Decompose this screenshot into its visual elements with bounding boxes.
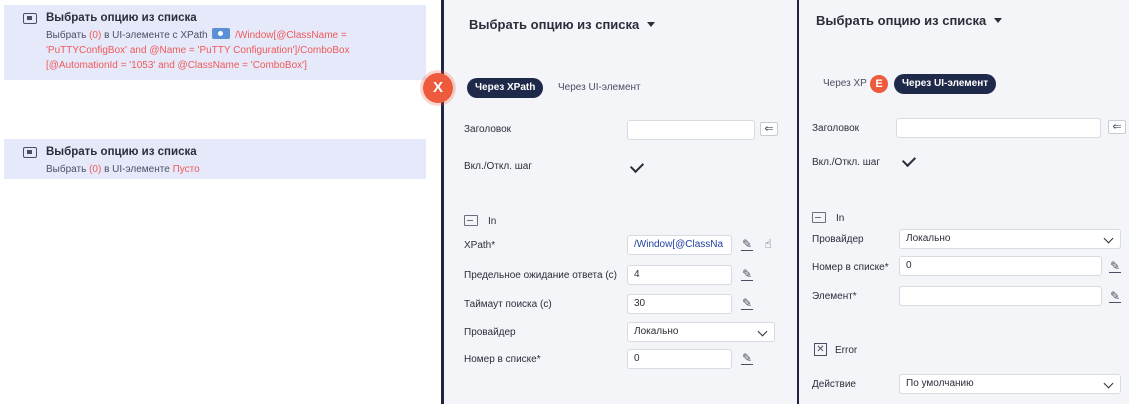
header-input[interactable]: [627, 120, 755, 140]
pick-element-icon[interactable]: ☝: [760, 236, 776, 252]
toggle-step-label: Вкл./Откл. шаг: [812, 157, 881, 168]
step-description: Выбрать (0) в UI-элементе с XPath /Windo…: [46, 28, 350, 71]
xpath-label: XPath*: [464, 240, 496, 251]
edit-icon[interactable]: ✎: [739, 350, 755, 366]
step-title: Выбрать опцию из списка: [46, 12, 197, 24]
toggle-step-checkbox[interactable]: [901, 152, 917, 168]
element-label: Элемент*: [812, 291, 857, 302]
screenshot-icon[interactable]: [212, 28, 231, 39]
step-card-ui-element[interactable]: Выбрать опцию из списка Выбрать (0) в UI…: [4, 139, 426, 179]
edit-icon[interactable]: ✎: [739, 236, 755, 252]
in-section-label: In: [488, 216, 497, 227]
header-input[interactable]: [896, 118, 1101, 138]
error-icon: ✕: [814, 343, 827, 356]
search-timeout-input[interactable]: 30: [627, 294, 732, 314]
step-card-xpath[interactable]: Выбрать опцию из списка Выбрать (0) в UI…: [4, 5, 426, 80]
step-description: Выбрать (0) в UI-элементе Пусто: [46, 164, 200, 175]
tab-xpath[interactable]: Через XP: [815, 74, 875, 94]
toggle-step-label: Вкл./Откл. шаг: [464, 161, 533, 172]
panel-title[interactable]: Выбрать опцию из списка: [816, 13, 1003, 28]
tab-ui-element[interactable]: Через UI-элемент: [550, 78, 649, 98]
xpath-input[interactable]: /Window[@ClassNa: [627, 235, 732, 255]
chevron-down-icon: [994, 18, 1003, 23]
index-label: Номер в списке*: [812, 262, 889, 273]
chevron-down-icon: [647, 22, 656, 27]
timeout-label: Предельное ожидание ответа (с): [464, 270, 618, 281]
ui-element-icon: [23, 13, 37, 24]
tab-xpath[interactable]: Через XPath: [467, 78, 544, 98]
ui-element-icon: [23, 147, 37, 158]
header-label: Заголовок: [464, 124, 512, 135]
input-icon: [812, 212, 826, 223]
action-select[interactable]: По умолчанию: [899, 374, 1121, 394]
header-label: Заголовок: [812, 123, 860, 134]
provider-label: Провайдер: [464, 327, 516, 338]
toggle-step-checkbox[interactable]: [629, 158, 645, 174]
edit-icon[interactable]: ✎: [1107, 258, 1123, 274]
timeout-input[interactable]: 4: [627, 265, 732, 285]
input-icon: [464, 215, 478, 226]
workflow-canvas: Выбрать опцию из списка Выбрать (0) в UI…: [0, 0, 444, 404]
in-section-label: In: [836, 213, 845, 224]
error-section-label: Error: [835, 345, 858, 356]
index-input[interactable]: 0: [627, 349, 732, 369]
index-input[interactable]: 0: [899, 256, 1102, 276]
edit-icon[interactable]: ✎: [739, 295, 755, 311]
search-timeout-label: Таймаут поиска (с): [464, 299, 552, 310]
tab-ui-element[interactable]: Через UI-элемент: [894, 74, 997, 94]
provider-select[interactable]: Локально: [627, 322, 775, 342]
edit-icon[interactable]: ✎: [1107, 288, 1123, 304]
index-label: Номер в списке*: [464, 354, 541, 365]
properties-panel-xpath: Выбрать опцию из списка Через XPath Чере…: [444, 0, 797, 404]
element-input[interactable]: [899, 286, 1102, 306]
action-label: Действие: [812, 379, 856, 390]
empty-value: Пусто: [172, 164, 200, 175]
provider-select[interactable]: Локально: [899, 229, 1121, 249]
annotation-badge: X: [423, 73, 453, 103]
properties-panel-ui-element: Выбрать опцию из списка Через XP Через U…: [799, 0, 1129, 404]
step-title: Выбрать опцию из списка: [46, 146, 197, 158]
panel-title[interactable]: Выбрать опцию из списка: [469, 17, 656, 32]
provider-label: Провайдер: [812, 234, 864, 245]
return-icon[interactable]: ⇐: [760, 122, 778, 136]
edit-icon[interactable]: ✎: [739, 266, 755, 282]
return-icon[interactable]: ⇐: [1108, 120, 1126, 134]
annotation-badge: E: [870, 75, 888, 93]
